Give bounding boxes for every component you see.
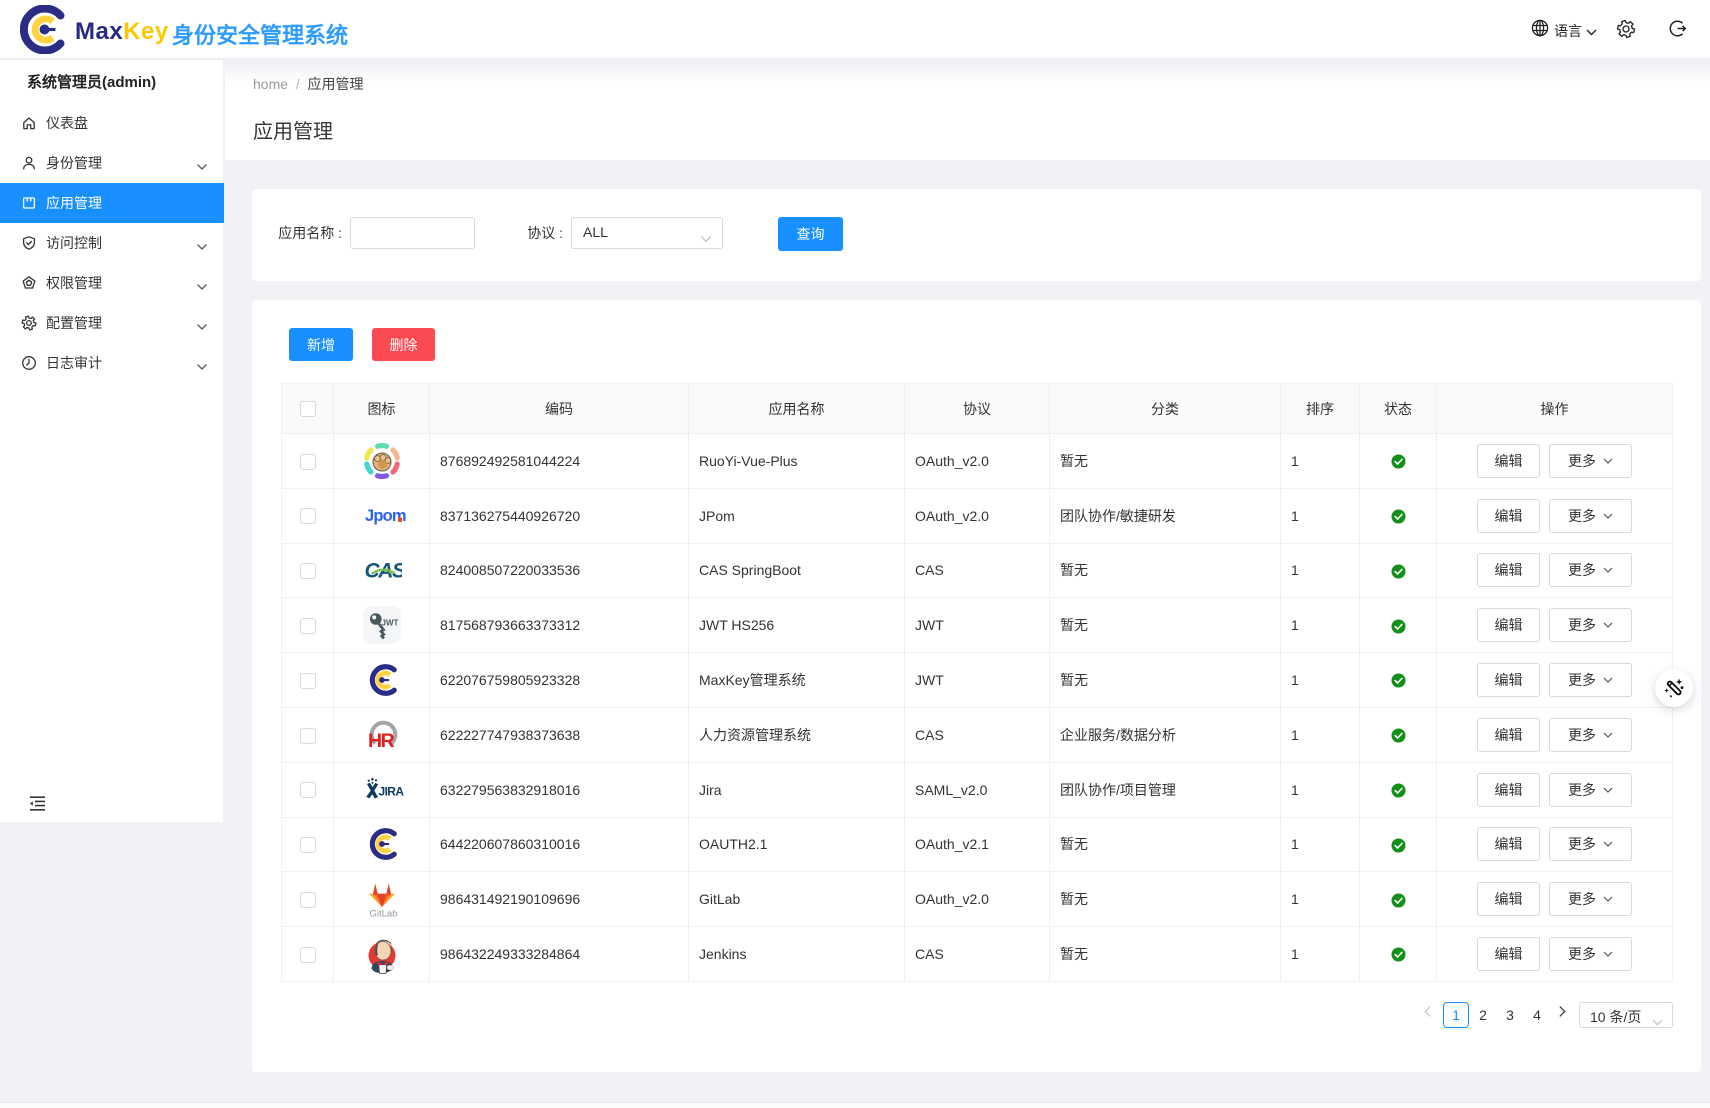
svg-text:GitLab: GitLab (369, 909, 397, 920)
svg-text:Jpom: Jpom (365, 507, 406, 525)
svg-text:HR: HR (368, 730, 395, 752)
svg-text:JWT: JWT (381, 619, 398, 628)
svg-text:CAS: CAS (364, 560, 402, 583)
svg-text:JIRA: JIRA (378, 784, 404, 798)
